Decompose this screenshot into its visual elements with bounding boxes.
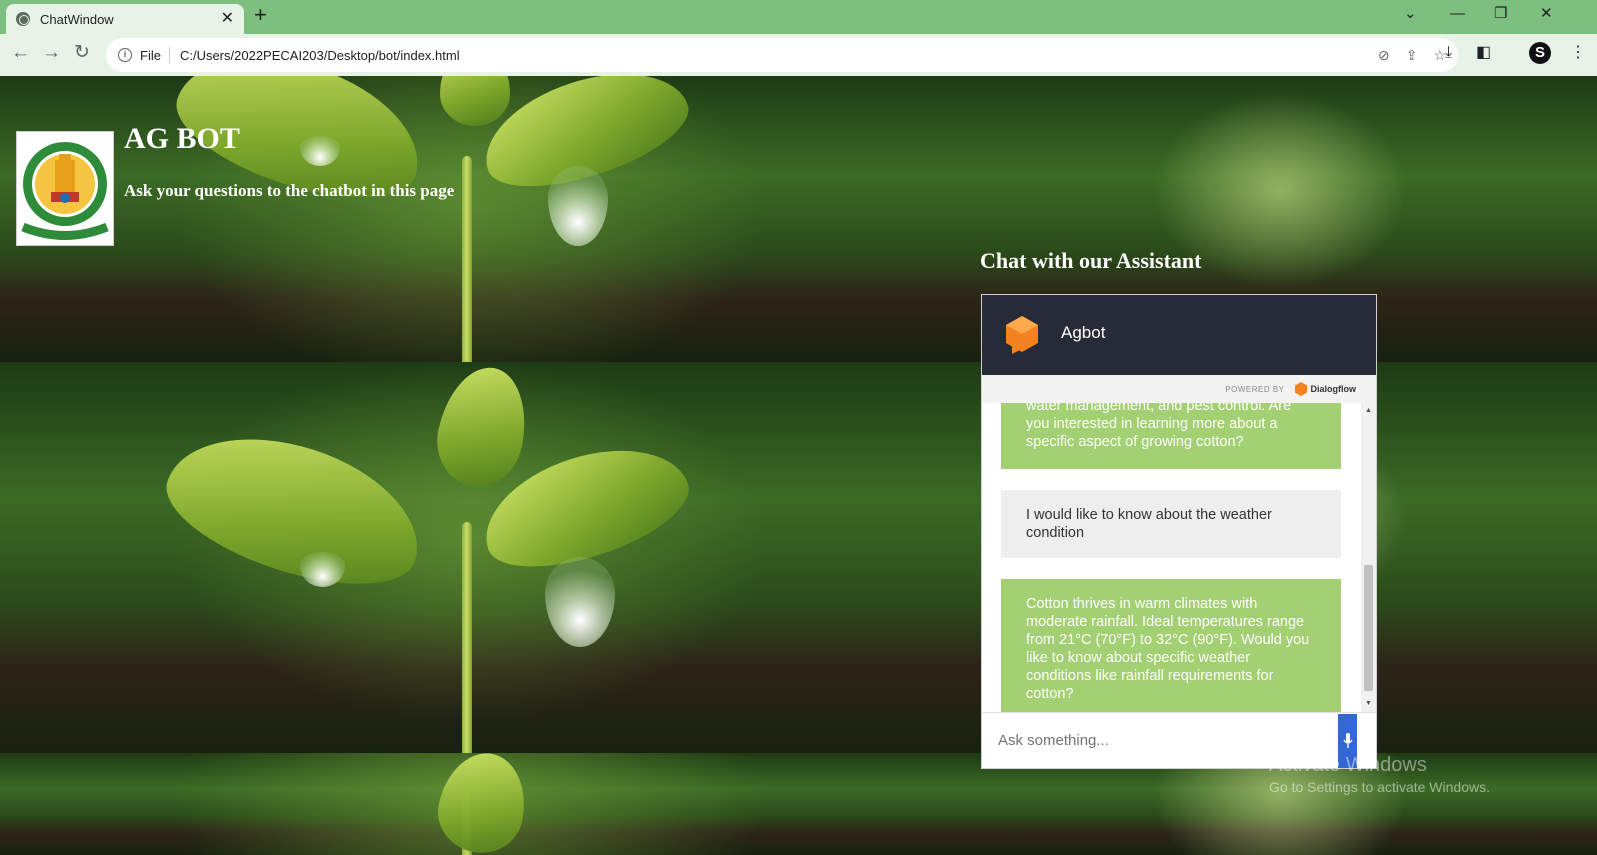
browser-tab-bar: ChatWindow ✕ + ⌄ — ❐ ✕	[0, 0, 1597, 34]
bot-message-text: Cotton thrives in warm climates with mod…	[1026, 596, 1310, 702]
globe-icon	[16, 12, 30, 26]
tab-title: ChatWindow	[40, 11, 114, 27]
browser-toolbar: ← → ↻ i File C:/Users/2022PECAI203/Deskt…	[0, 34, 1597, 76]
info-icon[interactable]: i	[118, 48, 132, 62]
bot-message-text: water management, and pest control. Are …	[1026, 403, 1292, 450]
dialogflow-logo[interactable]: Dialogflow	[1294, 382, 1357, 396]
tab-close-icon[interactable]: ✕	[221, 11, 234, 27]
reload-icon[interactable]: ↻	[74, 43, 90, 62]
side-panel-icon[interactable]: ◧	[1476, 45, 1491, 61]
tamilnadu-emblem-logo	[16, 131, 114, 246]
scroll-down-arrow-icon[interactable]: ▼	[1365, 700, 1372, 707]
chat-section-heading: Chat with our Assistant	[980, 248, 1202, 273]
window-close-button[interactable]: ✕	[1540, 6, 1553, 21]
address-separator	[168, 47, 170, 63]
minimize-button[interactable]: —	[1450, 6, 1465, 21]
url-text[interactable]: C:/Users/2022PECAI203/Desktop/bot/index.…	[180, 48, 1362, 63]
page-subtitle: Ask your questions to the chatbot in thi…	[124, 181, 455, 200]
forward-arrow-icon[interactable]: →	[42, 43, 61, 62]
scroll-thumb[interactable]	[1364, 565, 1373, 691]
user-message-text: I would like to know about the weather c…	[1026, 507, 1272, 541]
bot-message: water management, and pest control. Are …	[1001, 403, 1341, 469]
address-bar[interactable]: i File C:/Users/2022PECAI203/Desktop/bot…	[106, 38, 1458, 72]
file-scheme-label: File	[140, 47, 161, 63]
activate-windows-subtitle: Go to Settings to activate Windows.	[1269, 779, 1490, 795]
dialogflow-icon	[1294, 382, 1307, 396]
activate-windows-title: Activate Windows	[1269, 754, 1427, 776]
user-message: I would like to know about the weather c…	[1001, 490, 1341, 558]
camera-blocked-icon[interactable]: ⊘	[1378, 47, 1390, 64]
dialogflow-brand-text: Dialogflow	[1310, 384, 1357, 394]
back-arrow-icon[interactable]: ←	[11, 43, 30, 62]
page-title: AG BOT	[124, 122, 240, 155]
profile-avatar[interactable]: S	[1529, 42, 1551, 64]
browser-tab[interactable]: ChatWindow ✕	[6, 4, 244, 34]
powered-by-label: POWERED BY	[1225, 384, 1285, 394]
chat-agent-name: Agbot	[1061, 323, 1106, 342]
restore-button[interactable]: ❐	[1494, 6, 1507, 21]
menu-dots-icon[interactable]: ⋮	[1570, 45, 1586, 61]
chat-widget: Agbot POWERED BY Dialogflow water manage…	[981, 294, 1377, 769]
dialogflow-agent-icon	[1006, 316, 1038, 359]
scroll-up-arrow-icon[interactable]: ▲	[1365, 407, 1372, 414]
download-icon[interactable]: ⤓	[1445, 45, 1452, 61]
bot-message: Cotton thrives in warm climates with mod…	[1001, 579, 1341, 712]
chat-header: Agbot	[982, 295, 1376, 375]
chat-scrollbar[interactable]: ▲ ▼	[1361, 403, 1376, 712]
share-icon[interactable]: ⇪	[1406, 47, 1418, 64]
chat-messages: water management, and pest control. Are …	[982, 403, 1361, 712]
tab-search-dropdown-icon[interactable]: ⌄	[1404, 6, 1417, 21]
powered-by-bar: POWERED BY Dialogflow	[982, 375, 1376, 403]
new-tab-button[interactable]: +	[254, 4, 267, 26]
microphone-icon	[1342, 733, 1353, 748]
